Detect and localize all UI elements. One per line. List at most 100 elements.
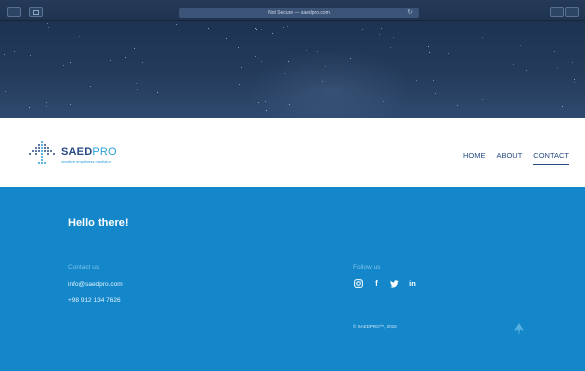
star: [133, 48, 135, 50]
star: [325, 65, 327, 67]
star: [525, 69, 527, 71]
star: [481, 98, 483, 100]
star: [48, 27, 50, 29]
star: [238, 47, 240, 49]
site-header: SAEDPRO creative emptiness mediator HOME…: [0, 118, 585, 187]
star: [208, 28, 210, 30]
star: [286, 25, 288, 27]
back-icon[interactable]: [7, 7, 21, 17]
social-links: f in: [354, 279, 417, 288]
nav-home[interactable]: HOME: [463, 151, 486, 165]
greeting-heading: Hello there!: [68, 217, 129, 229]
star: [264, 101, 266, 103]
logo-dot: [38, 162, 40, 164]
star: [392, 36, 394, 38]
star: [556, 68, 558, 70]
sidebar-icon[interactable]: [29, 7, 43, 17]
logo-dot: [38, 150, 40, 152]
star: [481, 36, 483, 38]
logo-wordmark: SAEDPRO: [61, 146, 117, 158]
star: [349, 57, 351, 59]
star: [4, 90, 6, 92]
twitter-icon[interactable]: [390, 279, 399, 288]
star: [69, 103, 71, 105]
logo-mark-icon: [27, 139, 59, 167]
star: [257, 102, 259, 104]
star: [435, 92, 437, 94]
star: [265, 109, 267, 111]
star: [156, 91, 158, 93]
star: [289, 104, 291, 106]
copyright-text: © SAEDPRO™, 2018: [353, 324, 397, 329]
logo-dot: [47, 150, 49, 152]
logo-dot: [41, 156, 43, 158]
scroll-top-icon[interactable]: [512, 322, 526, 336]
star: [428, 52, 430, 54]
logo-dot: [41, 150, 43, 152]
share-icon[interactable]: [550, 7, 564, 17]
star: [317, 51, 319, 53]
logo-dot: [35, 147, 37, 149]
contact-email-link[interactable]: info@saedpro.com: [68, 281, 123, 288]
star: [261, 29, 263, 31]
star: [46, 106, 48, 108]
star: [519, 45, 521, 47]
star: [47, 22, 49, 24]
star: [287, 61, 289, 63]
star: [512, 64, 514, 66]
star: [456, 105, 458, 107]
star: [574, 79, 576, 81]
address-bar[interactable]: Not Secure — saedpro.com ↻: [179, 8, 419, 18]
star: [448, 53, 450, 55]
instagram-icon[interactable]: [354, 279, 363, 288]
contact-phone-link[interactable]: +98 912 134 7626: [68, 297, 121, 304]
star: [272, 32, 274, 34]
logo-dot: [50, 150, 52, 152]
address-text: Not Secure — saedpro.com: [268, 10, 330, 16]
logo-dot: [44, 147, 46, 149]
logo-dot: [29, 153, 31, 155]
star: [433, 79, 435, 81]
nav-contact[interactable]: CONTACT: [533, 151, 569, 165]
star: [29, 107, 31, 109]
star: [389, 46, 391, 48]
logo-dot: [41, 144, 43, 146]
star: [254, 55, 256, 57]
star: [141, 61, 143, 63]
star: [255, 29, 257, 31]
logo-dot: [38, 147, 40, 149]
nav-about[interactable]: ABOUT: [496, 151, 522, 165]
star: [109, 59, 111, 61]
star: [45, 101, 47, 103]
logo-dot: [44, 150, 46, 152]
tabs-icon[interactable]: [565, 7, 579, 17]
star: [554, 50, 555, 52]
contact-heading: Contact us: [68, 264, 100, 271]
logo-dot: [32, 150, 34, 152]
logo[interactable]: SAEDPRO creative emptiness mediator: [27, 139, 117, 169]
star: [261, 61, 263, 63]
logo-dot: [44, 162, 46, 164]
star: [382, 101, 384, 102]
logo-dot: [38, 144, 40, 146]
facebook-icon[interactable]: f: [372, 279, 381, 288]
star: [571, 62, 573, 63]
star: [574, 81, 576, 83]
logo-dot: [47, 147, 49, 149]
star: [321, 81, 323, 82]
star: [124, 57, 126, 59]
star: [4, 54, 6, 56]
hero-banner: [0, 21, 585, 118]
logo-dot: [44, 144, 46, 146]
logo-tagline: creative emptiness mediator: [61, 159, 112, 164]
star: [415, 79, 417, 81]
star: [427, 45, 429, 47]
star: [89, 86, 91, 88]
star: [176, 23, 178, 25]
star: [306, 49, 308, 51]
reload-icon[interactable]: ↻: [407, 9, 413, 17]
linkedin-icon[interactable]: in: [408, 279, 417, 288]
logo-dot: [41, 159, 43, 161]
star: [137, 89, 139, 91]
star: [136, 82, 138, 84]
